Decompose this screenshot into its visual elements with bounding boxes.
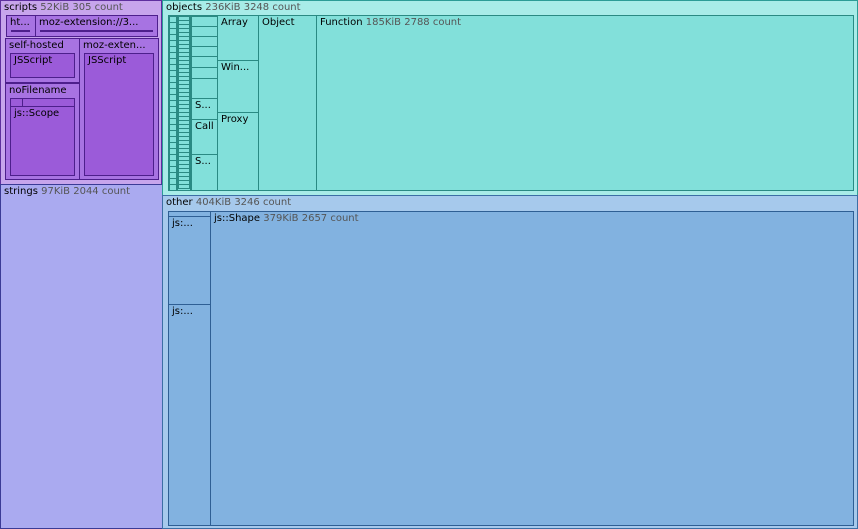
scripts-moz-exten-jsscript-label: JSScript	[88, 55, 127, 66]
objects-proxy-label: Proxy	[221, 114, 249, 125]
objects-call-node[interactable]: Call	[191, 119, 217, 155]
objects-object-label: Object	[262, 17, 295, 28]
objects-proxy-node[interactable]: Proxy	[217, 112, 259, 191]
objects-call-label: Call	[195, 121, 214, 132]
other-shape-label: js::Shape 379KiB 2657 count	[214, 213, 359, 225]
scripts-name: scripts	[4, 2, 38, 13]
objects-small-node-7[interactable]	[191, 78, 217, 99]
objects-win-label: Win...	[221, 62, 250, 73]
strings-name: strings	[4, 186, 38, 197]
other-js-node-2[interactable]: js:...	[168, 304, 211, 526]
other-count: 3246 count	[234, 197, 292, 208]
objects-size: 236KiB	[205, 2, 241, 13]
scripts-self-hosted-jsscript[interactable]: JSScript	[10, 53, 75, 78]
objects-count: 3248 count	[243, 2, 301, 13]
objects-function-size: 185KiB	[365, 17, 402, 28]
objects-s-node-1-label: S...	[195, 100, 211, 111]
objects-function-count: 2788 count	[404, 17, 462, 28]
other-name: other	[166, 197, 193, 208]
strings-label: strings 97KiB 2044 count	[4, 186, 130, 198]
other-label: other 404KiB 3246 count	[166, 197, 291, 209]
objects-tiny-column-2[interactable]	[177, 15, 191, 191]
scripts-moz-exten-jsscript[interactable]: JSScript	[84, 53, 154, 176]
other-js-node-1[interactable]: js:...	[168, 216, 211, 305]
other-js-node-1-label: js:...	[172, 218, 193, 229]
objects-s-node-1[interactable]: S...	[191, 98, 217, 120]
strings-group[interactable]: strings 97KiB 2044 count	[0, 184, 163, 529]
scripts-moz-extension-node[interactable]: moz-extension://3...	[35, 15, 158, 37]
scripts-moz-exten-node[interactable]: moz-exten... JSScript	[79, 38, 159, 180]
other-js-node-2-label: js:...	[172, 306, 193, 317]
other-shape-name: js::Shape	[214, 213, 261, 224]
ladder1-cell[interactable]	[169, 184, 177, 190]
strings-count: 2044 count	[73, 186, 131, 197]
scripts-size: 52KiB	[40, 2, 70, 13]
scripts-nofilename-node[interactable]: noFilename js::Scope	[5, 83, 80, 180]
scripts-nofilename-scope-label: js::Scope	[14, 108, 60, 119]
other-group[interactable]: other 404KiB 3246 count js:... js:... js…	[162, 195, 858, 529]
objects-array-label: Array	[221, 17, 248, 28]
scripts-group[interactable]: scripts 52KiB 305 count ht... moz-extens…	[0, 0, 162, 185]
other-shape-size: 379KiB	[263, 213, 299, 224]
objects-label: objects 236KiB 3248 count	[166, 2, 301, 14]
other-shape-count: 2657 count	[301, 213, 359, 224]
objects-small-column[interactable]: S... Call S...	[190, 15, 218, 191]
scripts-ht-node[interactable]: ht...	[6, 15, 36, 37]
scripts-label: scripts 52KiB 305 count	[4, 2, 123, 14]
scripts-moz-extension-bar	[40, 30, 153, 32]
scripts-ht-bar	[11, 30, 30, 32]
objects-name: objects	[166, 2, 203, 13]
scripts-moz-exten-label: moz-exten...	[83, 40, 146, 51]
objects-object-node[interactable]: Object	[258, 15, 317, 191]
ladder2-cell[interactable]	[178, 184, 190, 189]
objects-array-node[interactable]: Array	[217, 15, 259, 61]
other-shape-node[interactable]: js::Shape 379KiB 2657 count	[210, 211, 854, 526]
strings-size: 97KiB	[41, 186, 71, 197]
objects-function-name: Function	[320, 17, 363, 28]
scripts-nofilename-label: noFilename	[9, 85, 67, 96]
other-size: 404KiB	[195, 197, 232, 208]
scripts-self-hosted-node[interactable]: self-hosted JSScript	[5, 38, 80, 83]
scripts-self-hosted-jsscript-label: JSScript	[14, 55, 53, 66]
scripts-ht-label: ht...	[10, 17, 30, 28]
objects-group[interactable]: objects 236KiB 3248 count S... Call S...…	[162, 0, 858, 196]
scripts-count: 305 count	[72, 2, 123, 13]
objects-win-node[interactable]: Win...	[217, 60, 259, 113]
scripts-self-hosted-label: self-hosted	[9, 40, 64, 51]
scripts-nofilename-scope[interactable]: js::Scope	[10, 106, 75, 176]
scripts-moz-extension-label: moz-extension://3...	[39, 17, 139, 28]
objects-s-node-2-label: S...	[195, 156, 211, 167]
objects-s-node-2[interactable]: S...	[191, 154, 217, 190]
objects-function-label: Function 185KiB 2788 count	[320, 17, 461, 29]
objects-function-node[interactable]: Function 185KiB 2788 count	[316, 15, 854, 191]
